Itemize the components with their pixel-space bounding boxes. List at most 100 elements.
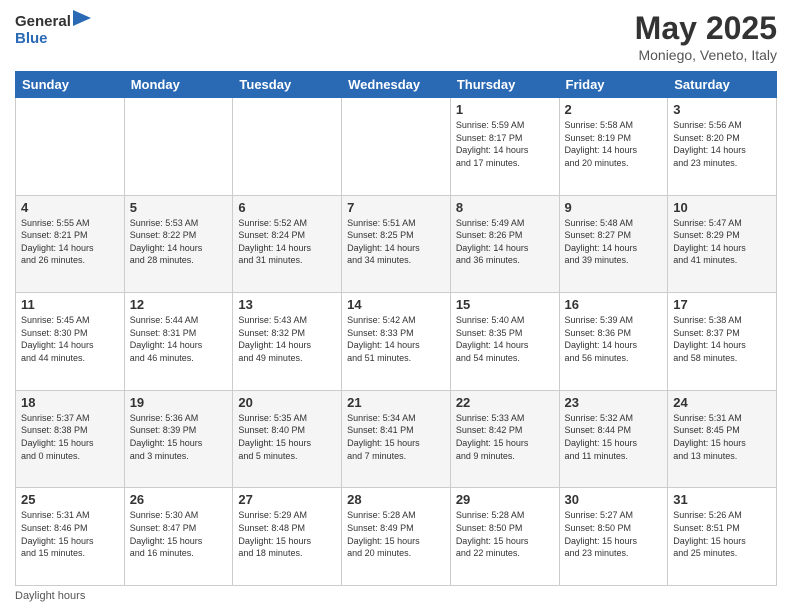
day-info: Sunrise: 5:36 AM Sunset: 8:39 PM Dayligh… [130,412,228,462]
day-info: Sunrise: 5:59 AM Sunset: 8:17 PM Dayligh… [456,119,554,169]
day-info: Sunrise: 5:26 AM Sunset: 8:51 PM Dayligh… [673,509,771,559]
cell-week4-day3: 28Sunrise: 5:28 AM Sunset: 8:49 PM Dayli… [342,488,451,586]
cell-week2-day1: 12Sunrise: 5:44 AM Sunset: 8:31 PM Dayli… [124,293,233,391]
day-info: Sunrise: 5:35 AM Sunset: 8:40 PM Dayligh… [238,412,336,462]
day-info: Sunrise: 5:40 AM Sunset: 8:35 PM Dayligh… [456,314,554,364]
day-info: Sunrise: 5:55 AM Sunset: 8:21 PM Dayligh… [21,217,119,267]
cell-week1-day6: 10 Sunrise: 5:47 AM Sunset: 8:29 PM Dayli… [668,195,777,293]
day-number: 28 [347,492,445,507]
cell-week4-day0: 25 Sunrise: 5:31 AM Sunset: 8:46 PM Dayli… [16,488,125,586]
day-number: 10 [673,200,771,215]
day-number: 18 [21,395,119,410]
cell-week3-day2: 20Sunrise: 5:35 AM Sunset: 8:40 PM Dayli… [233,390,342,488]
header-saturday: Saturday [668,72,777,98]
day-info: Sunrise: 5:56 AM Sunset: 8:20 PM Dayligh… [673,119,771,169]
day-number: 1 [456,102,554,117]
day-info: Sunrise: 5:31 AM Sunset: 8:46 PM Dayligh… [21,509,119,559]
location: Moniego, Veneto, Italy [635,47,777,63]
logo-triangle-icon [73,10,91,26]
day-info: Sunrise: 5:49 AM Sunset: 8:26 PM Dayligh… [456,217,554,267]
cell-week0-day1 [124,98,233,196]
calendar-header-row: SundayMondayTuesdayWednesdayThursdayFrid… [16,72,777,98]
day-info: Sunrise: 5:31 AM Sunset: 8:45 PM Dayligh… [673,412,771,462]
page: General Blue May 2025 Moniego, Veneto, I… [0,0,792,612]
cell-week4-day5: 30Sunrise: 5:27 AM Sunset: 8:50 PM Dayli… [559,488,668,586]
cell-week1-day3: 7 Sunrise: 5:51 AM Sunset: 8:25 PM Daylig… [342,195,451,293]
day-number: 7 [347,200,445,215]
day-number: 19 [130,395,228,410]
cell-week0-day2 [233,98,342,196]
cell-week3-day0: 18Sunrise: 5:37 AM Sunset: 8:38 PM Dayli… [16,390,125,488]
day-number: 27 [238,492,336,507]
cell-week1-day5: 9 Sunrise: 5:48 AM Sunset: 8:27 PM Daylig… [559,195,668,293]
day-number: 15 [456,297,554,312]
day-number: 3 [673,102,771,117]
cell-week4-day6: 31 Sunrise: 5:26 AM Sunset: 8:51 PM Dayli… [668,488,777,586]
week-row-3: 18Sunrise: 5:37 AM Sunset: 8:38 PM Dayli… [16,390,777,488]
logo-blue-text: Blue [15,31,71,48]
day-number: 6 [238,200,336,215]
cell-week2-day3: 14 Sunrise: 5:42 AM Sunset: 8:33 PM Dayli… [342,293,451,391]
day-info: Sunrise: 5:39 AM Sunset: 8:36 PM Dayligh… [565,314,663,364]
day-info: Sunrise: 5:29 AM Sunset: 8:48 PM Dayligh… [238,509,336,559]
cell-week2-day5: 16Sunrise: 5:39 AM Sunset: 8:36 PM Dayli… [559,293,668,391]
header: General Blue May 2025 Moniego, Veneto, I… [15,10,777,63]
day-info: Sunrise: 5:47 AM Sunset: 8:29 PM Dayligh… [673,217,771,267]
month-title: May 2025 [635,10,777,47]
cell-week3-day1: 19 Sunrise: 5:36 AM Sunset: 8:39 PM Dayli… [124,390,233,488]
day-number: 25 [21,492,119,507]
cell-week1-day4: 8 Sunrise: 5:49 AM Sunset: 8:26 PM Daylig… [450,195,559,293]
footer-note: Daylight hours [15,590,777,602]
day-info: Sunrise: 5:52 AM Sunset: 8:24 PM Dayligh… [238,217,336,267]
cell-week0-day4: 1 Sunrise: 5:59 AM Sunset: 8:17 PM Daylig… [450,98,559,196]
day-number: 14 [347,297,445,312]
day-info: Sunrise: 5:27 AM Sunset: 8:50 PM Dayligh… [565,509,663,559]
day-number: 29 [456,492,554,507]
day-info: Sunrise: 5:45 AM Sunset: 8:30 PM Dayligh… [21,314,119,364]
day-info: Sunrise: 5:34 AM Sunset: 8:41 PM Dayligh… [347,412,445,462]
day-info: Sunrise: 5:30 AM Sunset: 8:47 PM Dayligh… [130,509,228,559]
cell-week3-day3: 21 Sunrise: 5:34 AM Sunset: 8:41 PM Dayli… [342,390,451,488]
week-row-1: 4 Sunrise: 5:55 AM Sunset: 8:21 PM Daylig… [16,195,777,293]
cell-week2-day6: 17Sunrise: 5:38 AM Sunset: 8:37 PM Dayli… [668,293,777,391]
header-friday: Friday [559,72,668,98]
day-number: 12 [130,297,228,312]
day-info: Sunrise: 5:43 AM Sunset: 8:32 PM Dayligh… [238,314,336,364]
day-number: 24 [673,395,771,410]
day-info: Sunrise: 5:53 AM Sunset: 8:22 PM Dayligh… [130,217,228,267]
day-info: Sunrise: 5:33 AM Sunset: 8:42 PM Dayligh… [456,412,554,462]
day-number: 26 [130,492,228,507]
week-row-2: 11Sunrise: 5:45 AM Sunset: 8:30 PM Dayli… [16,293,777,391]
cell-week2-day4: 15 Sunrise: 5:40 AM Sunset: 8:35 PM Dayli… [450,293,559,391]
day-info: Sunrise: 5:48 AM Sunset: 8:27 PM Dayligh… [565,217,663,267]
cell-week4-day2: 27 Sunrise: 5:29 AM Sunset: 8:48 PM Dayli… [233,488,342,586]
header-wednesday: Wednesday [342,72,451,98]
header-sunday: Sunday [16,72,125,98]
cell-week0-day0 [16,98,125,196]
day-number: 2 [565,102,663,117]
logo-general-text: General [15,10,71,31]
day-info: Sunrise: 5:42 AM Sunset: 8:33 PM Dayligh… [347,314,445,364]
header-thursday: Thursday [450,72,559,98]
cell-week3-day6: 24 Sunrise: 5:31 AM Sunset: 8:45 PM Dayli… [668,390,777,488]
cell-week1-day2: 6 Sunrise: 5:52 AM Sunset: 8:24 PM Daylig… [233,195,342,293]
day-number: 4 [21,200,119,215]
week-row-4: 25 Sunrise: 5:31 AM Sunset: 8:46 PM Dayli… [16,488,777,586]
header-monday: Monday [124,72,233,98]
cell-week4-day4: 29Sunrise: 5:28 AM Sunset: 8:50 PM Dayli… [450,488,559,586]
day-info: Sunrise: 5:51 AM Sunset: 8:25 PM Dayligh… [347,217,445,267]
day-number: 8 [456,200,554,215]
header-tuesday: Tuesday [233,72,342,98]
day-number: 5 [130,200,228,215]
cell-week3-day5: 23Sunrise: 5:32 AM Sunset: 8:44 PM Dayli… [559,390,668,488]
logo: General Blue [15,10,71,47]
day-number: 21 [347,395,445,410]
day-info: Sunrise: 5:32 AM Sunset: 8:44 PM Dayligh… [565,412,663,462]
cell-week0-day6: 3 Sunrise: 5:56 AM Sunset: 8:20 PM Daylig… [668,98,777,196]
day-number: 31 [673,492,771,507]
cell-week3-day4: 22Sunrise: 5:33 AM Sunset: 8:42 PM Dayli… [450,390,559,488]
day-number: 13 [238,297,336,312]
day-number: 9 [565,200,663,215]
cell-week1-day1: 5 Sunrise: 5:53 AM Sunset: 8:22 PM Daylig… [124,195,233,293]
calendar-table: SundayMondayTuesdayWednesdayThursdayFrid… [15,71,777,586]
